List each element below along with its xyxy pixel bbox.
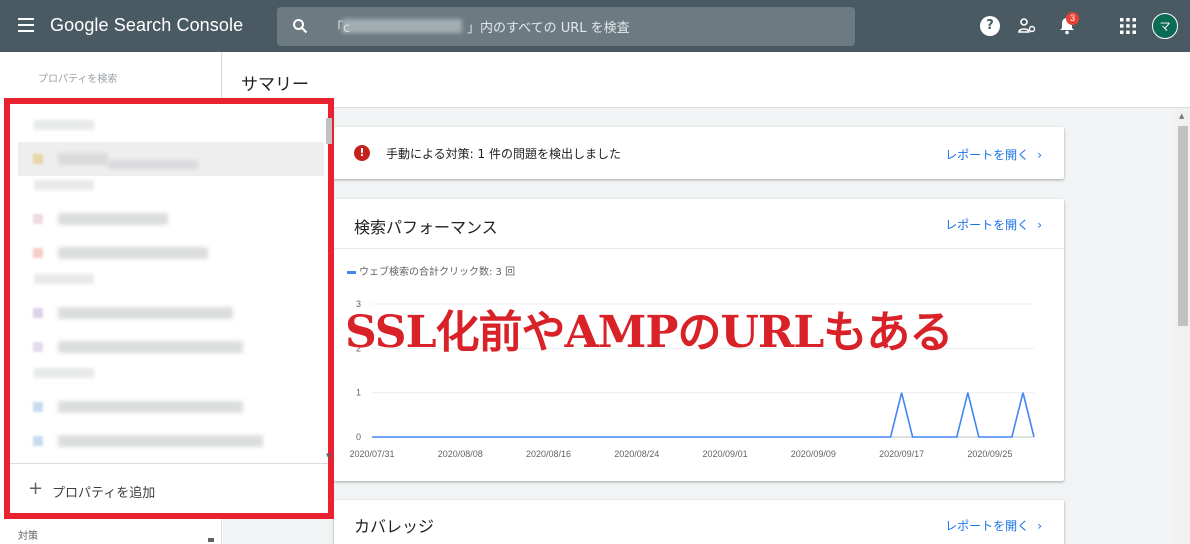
x-tick-label: 2020/09/01 <box>703 449 748 459</box>
property-favicon-icon <box>33 154 43 164</box>
app-logo[interactable]: Google Search Console <box>50 15 243 36</box>
notification-count-badge: 3 <box>1066 12 1079 25</box>
chevron-right-icon: › <box>1037 148 1042 162</box>
x-tick-label: 2020/07/31 <box>349 449 394 459</box>
apps-grid-icon[interactable] <box>1118 16 1138 36</box>
property-group-label <box>34 368 94 378</box>
scrollbar-thumb[interactable] <box>1178 126 1188 326</box>
open-coverage-report-link[interactable]: レポートを開く › <box>945 517 1042 534</box>
redacted-property-url <box>58 341 243 353</box>
property-selector-dropdown: ▼ + プロパティを追加 <box>4 98 334 519</box>
search-placeholder-text: 」内のすべての URL を検査 <box>467 21 630 36</box>
manual-actions-card: ! 手動による対策: 1 件の問題を検出しました レポートを開く › <box>334 127 1064 179</box>
sidebar-scroll-arrow-icon[interactable] <box>208 538 214 542</box>
property-favicon-icon <box>33 248 43 258</box>
chevron-right-icon: › <box>1037 218 1042 232</box>
help-icon[interactable]: ? <box>980 16 1000 36</box>
open-performance-report-link[interactable]: レポートを開く › <box>945 216 1042 233</box>
property-favicon-icon <box>33 214 43 224</box>
redacted-property-url <box>108 160 198 169</box>
open-report-label: レポートを開く <box>945 218 1030 232</box>
sidebar-bottom-label: 対策 <box>18 531 38 542</box>
main-scrollbar[interactable]: ▲ <box>1174 108 1190 544</box>
y-tick-label: 0 <box>356 432 361 442</box>
add-property-label: プロパティを追加 <box>52 486 156 501</box>
property-group-label <box>34 274 94 284</box>
x-tick-label: 2020/08/08 <box>438 449 483 459</box>
manage-users-icon[interactable] <box>1017 16 1037 36</box>
x-tick-label: 2020/08/16 <box>526 449 571 459</box>
property-list-item[interactable] <box>18 390 324 424</box>
property-list <box>18 116 324 466</box>
property-favicon-icon <box>33 342 43 352</box>
chart-legend[interactable]: ウェブ検索の合計クリック数: 3 回 <box>347 263 515 278</box>
page-header: サマリー <box>223 52 1190 108</box>
plus-icon: + <box>28 478 44 499</box>
property-list-item[interactable] <box>18 296 324 330</box>
property-list-item[interactable] <box>18 458 324 466</box>
property-favicon-icon <box>33 308 43 318</box>
open-report-link[interactable]: レポートを開く › <box>945 146 1042 163</box>
property-search-label[interactable]: プロパティを検索 <box>38 70 117 85</box>
property-list-item[interactable] <box>18 424 324 458</box>
property-list-item[interactable] <box>18 330 324 364</box>
legend-label: ウェブ検索の合計クリック数: 3 回 <box>359 267 516 278</box>
property-list-item[interactable] <box>18 202 324 236</box>
y-tick-label: 1 <box>356 388 361 398</box>
clicks-series-line[interactable] <box>372 392 1035 438</box>
x-tick-label: 2020/09/09 <box>791 449 836 459</box>
hamburger-menu-icon[interactable] <box>18 18 34 32</box>
url-inspection-search[interactable]: 「c 」内のすべての URL を検査 <box>277 7 855 46</box>
annotation-overlay-text: SSL化前やAMPのURLもある <box>345 307 953 358</box>
x-tick-label: 2020/09/17 <box>879 449 924 459</box>
redacted-property-url <box>58 401 243 413</box>
redacted-property-url <box>58 307 233 319</box>
property-list-item[interactable] <box>18 236 324 270</box>
redacted-property-url <box>58 153 108 165</box>
redacted-property-url <box>58 213 168 225</box>
error-icon: ! <box>354 145 370 161</box>
property-list-scrollbar[interactable] <box>324 116 332 468</box>
legend-swatch <box>347 270 356 274</box>
page-title: サマリー <box>241 75 309 95</box>
scroll-up-arrow-icon[interactable]: ▲ <box>1179 112 1184 120</box>
search-icon <box>293 19 308 34</box>
property-group-label <box>34 120 94 130</box>
property-favicon-icon <box>33 436 43 446</box>
property-group-label <box>34 180 94 190</box>
open-report-label: レポートを開く <box>945 148 1030 162</box>
manual-actions-text: 手動による対策: 1 件の問題を検出しました <box>386 147 621 161</box>
x-tick-label: 2020/09/25 <box>967 449 1012 459</box>
scroll-down-arrow-icon[interactable]: ▼ <box>326 452 331 460</box>
redacted-property-url <box>58 435 263 447</box>
open-report-label: レポートを開く <box>945 519 1030 533</box>
coverage-title: カバレッジ <box>354 517 435 536</box>
x-tick-label: 2020/08/24 <box>614 449 659 459</box>
property-list-scroll-thumb[interactable] <box>326 118 332 144</box>
chevron-right-icon: › <box>1037 519 1042 533</box>
property-favicon-icon <box>33 402 43 412</box>
add-property-button[interactable]: + プロパティを追加 <box>28 474 248 504</box>
redacted-domain <box>342 19 462 33</box>
coverage-card: カバレッジ レポートを開く › <box>334 500 1064 544</box>
top-app-bar: Google Search Console 「c 」内のすべての URL を検査… <box>0 0 1190 52</box>
account-avatar[interactable]: マ <box>1152 13 1178 39</box>
redacted-property-url <box>58 247 208 259</box>
property-list-item[interactable] <box>18 142 324 176</box>
dropdown-divider <box>10 463 328 464</box>
card-divider <box>334 248 1064 249</box>
performance-title: 検索パフォーマンス <box>354 218 498 237</box>
